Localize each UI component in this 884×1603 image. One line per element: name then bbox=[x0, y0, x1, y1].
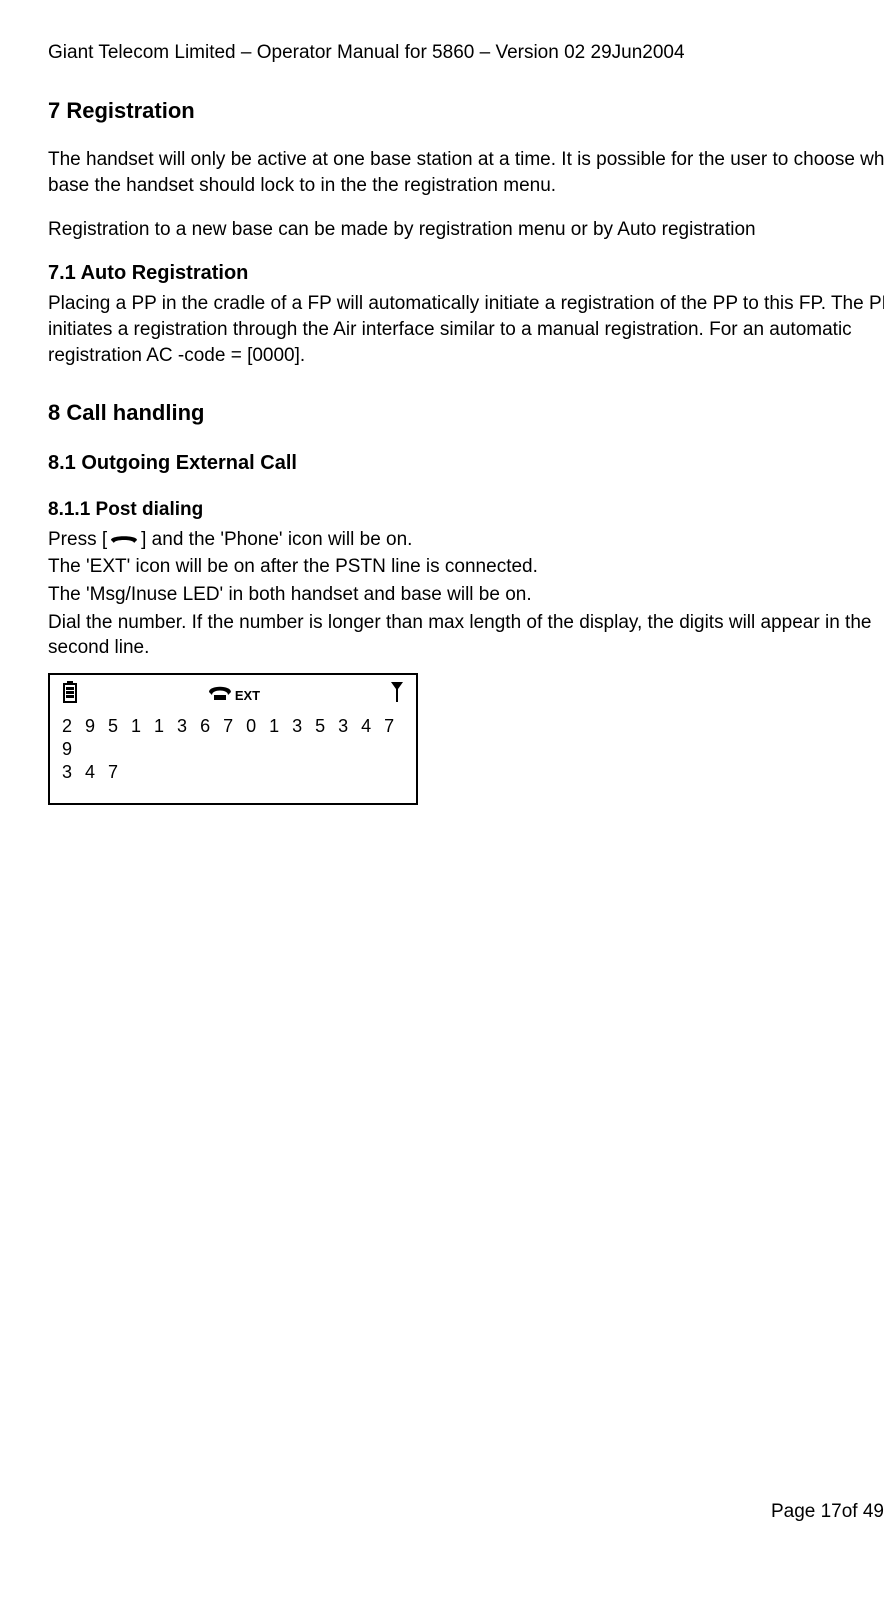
section-7-title: 7 Registration bbox=[48, 96, 884, 126]
led-line: The 'Msg/Inuse LED' in both handset and … bbox=[48, 582, 884, 608]
press-line: Press [ ] and the 'Phone' icon will be on… bbox=[48, 527, 884, 553]
display-icon-row: EXT bbox=[58, 681, 408, 711]
section-8-1-title: 8.1 Outgoing External Call bbox=[48, 450, 884, 477]
section-8-1-1-title: 8.1.1 Post dialing bbox=[48, 497, 884, 523]
doc-header: Giant Telecom Limited – Operator Manual … bbox=[48, 40, 884, 66]
phone-icon bbox=[208, 683, 232, 709]
section-7-p1: The handset will only be active at one b… bbox=[48, 147, 884, 198]
ext-label: EXT bbox=[235, 687, 260, 705]
ext-line: The 'EXT' icon will be on after the PSTN… bbox=[48, 554, 884, 580]
page-footer: Page 17of 49 bbox=[771, 1499, 884, 1525]
phone-key-icon bbox=[109, 527, 139, 553]
section-8-title: 8 Call handling bbox=[48, 398, 884, 428]
antenna-icon bbox=[390, 681, 404, 711]
display-line-1: 2 9 5 1 1 3 6 7 0 1 3 5 3 4 7 9 bbox=[58, 715, 408, 762]
phone-display: EXT 2 9 5 1 1 3 6 7 0 1 3 5 3 4 7 9 3 4 … bbox=[48, 673, 418, 805]
press-text-a: Press [ bbox=[48, 529, 107, 550]
section-7-p2: Registration to a new base can be made b… bbox=[48, 217, 884, 243]
section-7-1-p: Placing a PP in the cradle of a FP will … bbox=[48, 291, 884, 368]
section-7-1-title: 7.1 Auto Registration bbox=[48, 260, 884, 287]
press-text-b: ] and the 'Phone' icon will be on. bbox=[141, 529, 412, 550]
display-line-2: 3 4 7 bbox=[58, 761, 408, 784]
dial-line: Dial the number. If the number is longer… bbox=[48, 610, 884, 661]
phone-ext-group: EXT bbox=[208, 683, 260, 709]
battery-icon bbox=[62, 681, 78, 711]
